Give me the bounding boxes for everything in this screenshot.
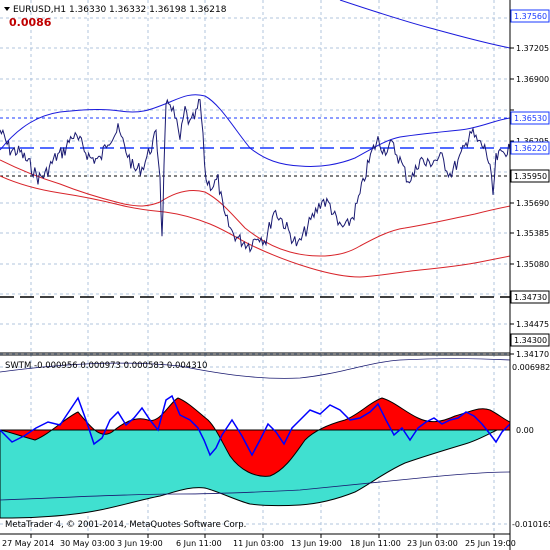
time-tick-label: 23 Jun 03:00 [407,539,458,548]
time-tick-label: 18 Jun 11:00 [350,539,401,548]
price-tick-label: 1.35690 [516,199,549,208]
time-tick-label: 30 May 03:00 [60,539,115,548]
time-tick-label: 3 Jun 19:00 [117,539,163,548]
price-tick-label: 1.37205 [516,44,549,53]
indicator-tick-label: -0.010165 [512,520,550,529]
price-label-text: 1.37560 [514,12,547,21]
price-label-text: 1.34730 [514,293,547,302]
indicator-title: SWTM -0.000956 0.000973 0.000583 0.00431… [5,361,207,371]
time-tick-label: 25 Jun 19:00 [465,539,516,548]
price-label-text: 1.36220 [514,144,547,153]
time-tick-label: 13 Jun 19:00 [291,539,342,548]
copyright-text: MetaTrader 4, © 2001-2014, MetaQuotes So… [5,520,246,530]
indicator-tick-label: 0.006982 [512,363,550,372]
symbol-info: EURUSD,H1 1.36330 1.36332 1.36198 1.3621… [13,5,227,15]
indicator-tick-label: 0.00 [516,426,534,435]
chart-window[interactable]: 1.375101.372051.369001.362951.356901.353… [0,0,550,550]
time-tick-label: 6 Jun 11:00 [176,539,222,548]
price-tick-label: 1.36900 [516,75,549,84]
time-tick-label: 11 Jun 03:00 [233,539,284,548]
price-label-text: 1.36530 [514,114,547,123]
price-tick-label: 1.34475 [516,320,549,329]
price-tick-label: 1.35385 [516,229,549,238]
price-label-text: 1.35950 [514,172,547,181]
price-tick-label: 1.35080 [516,260,549,269]
price-label-text: 1.34300 [514,336,547,345]
price-tick-label: 1.34170 [516,350,549,359]
time-tick-label: 27 May 2014 [2,539,54,548]
spread-value: 0.0086 [9,16,52,29]
